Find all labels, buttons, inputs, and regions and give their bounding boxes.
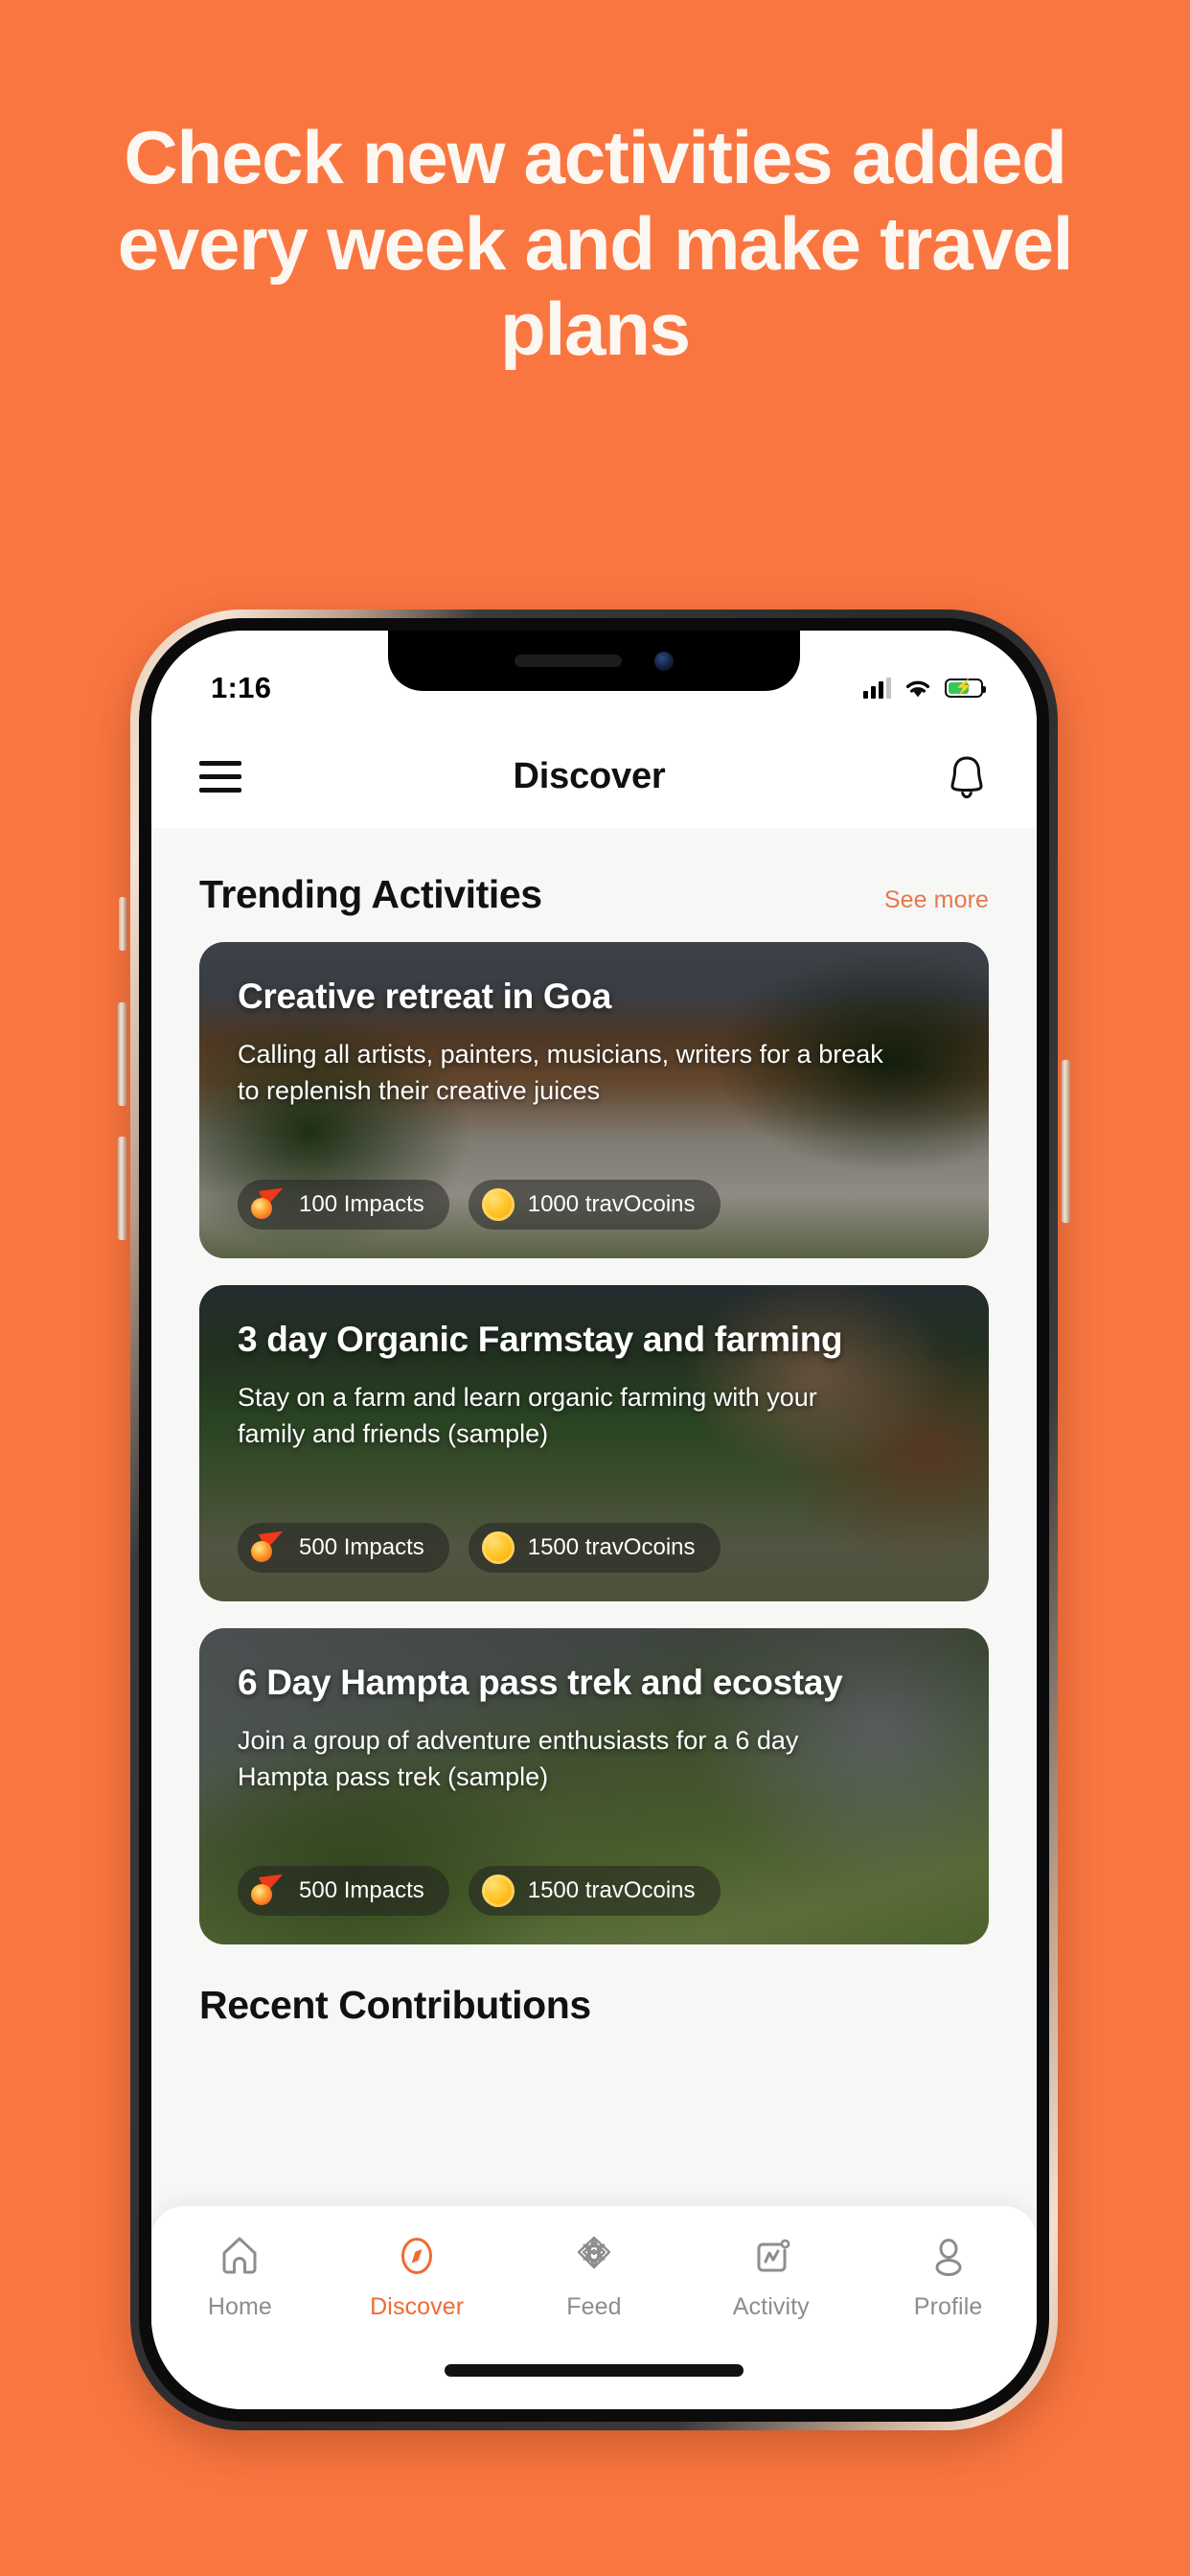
notch [388, 631, 800, 691]
home-indicator[interactable] [445, 2364, 744, 2377]
impacts-badge-label: 500 Impacts [299, 1534, 424, 1560]
activity-card[interactable]: 6 Day Hampta pass trek and ecostay Join … [199, 1628, 989, 1944]
trending-title: Trending Activities [199, 872, 542, 916]
activity-card-badges: 500 Impacts 1500 travOcoins [238, 1866, 721, 1916]
nav-label-discover: Discover [370, 2293, 465, 2320]
coins-badge-label: 1500 travOcoins [527, 1534, 696, 1560]
hamburger-menu-icon[interactable] [199, 760, 241, 793]
compass-icon [401, 2238, 433, 2274]
nav-item-profile[interactable]: Profile [877, 2231, 1020, 2321]
nav-item-activity[interactable]: Activity [699, 2231, 843, 2321]
bell-icon [950, 756, 983, 799]
comet-flame-icon [251, 1180, 287, 1219]
status-time: 1:16 [211, 671, 272, 704]
gold-coin-icon [481, 1531, 515, 1564]
activity-card[interactable]: Creative retreat in Goa Calling all arti… [199, 942, 989, 1258]
nav-item-discover[interactable]: Discover [345, 2231, 489, 2321]
comet-flame-icon [251, 1866, 287, 1905]
person-icon [935, 2239, 962, 2276]
wifi-icon [905, 680, 930, 697]
recent-contributions-title: Recent Contributions [199, 1983, 591, 2027]
comet-flame-icon [251, 1523, 287, 1562]
activity-icon [757, 2239, 790, 2272]
impacts-badge: 500 Impacts [238, 1866, 449, 1916]
power-button[interactable] [1062, 1060, 1070, 1223]
coins-badge: 1500 travOcoins [468, 1523, 721, 1573]
cellular-signal-icon [863, 678, 891, 699]
knot-icon [577, 2236, 611, 2269]
impacts-badge-label: 100 Impacts [299, 1191, 424, 1217]
activity-card[interactable]: 3 day Organic Farmstay and farming Stay … [199, 1285, 989, 1601]
volume-down-button[interactable] [118, 1137, 126, 1240]
activity-card-title: 6 Day Hampta pass trek and ecostay [238, 1663, 843, 1702]
gold-coin-icon [481, 1874, 515, 1907]
nav-item-feed[interactable]: Feed [522, 2231, 666, 2321]
volume-up-button[interactable] [118, 1002, 126, 1106]
activity-card-title: 3 day Organic Farmstay and farming [238, 1320, 843, 1359]
notification-button[interactable] [937, 752, 989, 800]
activity-card-description: Stay on a farm and learn organic farming… [238, 1383, 817, 1449]
phone-frame: 1:16 ⚡ Discover Trending Activities See … [118, 610, 1070, 2430]
gold-coin-icon [481, 1188, 515, 1221]
phone-screen: 1:16 ⚡ Discover Trending Activities See … [151, 631, 1037, 2409]
home-icon [222, 2237, 257, 2274]
page-title: Discover [513, 755, 666, 796]
impacts-badge: 100 Impacts [238, 1180, 449, 1230]
nav-label-home: Home [207, 2293, 272, 2320]
earpiece-speaker-icon [515, 655, 622, 667]
recent-contributions-section: Recent Contributions [151, 1944, 1037, 2028]
app-bar: Discover [151, 724, 1037, 828]
battery-charging-icon: ⚡ [945, 678, 986, 698]
activity-card-badges: 500 Impacts 1500 travOcoins [238, 1523, 721, 1573]
coins-badge-label: 1000 travOcoins [527, 1191, 696, 1217]
activity-card-description: Join a group of adventure enthusiasts fo… [238, 1726, 799, 1792]
coins-badge: 1500 travOcoins [468, 1866, 721, 1916]
activity-card-title: Creative retreat in Goa [238, 977, 611, 1016]
mute-switch[interactable] [119, 897, 126, 951]
discover-content[interactable]: Trending Activities See more Creative re… [151, 828, 1037, 2409]
impacts-badge-label: 500 Impacts [299, 1877, 424, 1903]
activity-card-badges: 100 Impacts 1000 travOcoins [238, 1180, 721, 1230]
phone-bezel: 1:16 ⚡ Discover Trending Activities See … [139, 618, 1049, 2422]
activity-card-description: Calling all artists, painters, musicians… [238, 1040, 883, 1106]
nav-label-feed: Feed [566, 2293, 622, 2320]
front-camera-icon [654, 651, 674, 671]
nav-label-activity: Activity [732, 2293, 810, 2320]
coins-badge-label: 1500 travOcoins [527, 1877, 696, 1903]
trending-cards-list: Creative retreat in Goa Calling all arti… [151, 942, 1037, 1944]
impacts-badge: 500 Impacts [238, 1523, 449, 1573]
status-icons: ⚡ [863, 678, 986, 700]
nav-label-profile: Profile [913, 2293, 983, 2320]
nav-item-home[interactable]: Home [168, 2231, 311, 2321]
trending-section-header: Trending Activities See more [151, 828, 1037, 942]
coins-badge: 1000 travOcoins [468, 1180, 721, 1230]
promo-headline: Check new activities added every week an… [117, 115, 1074, 372]
trending-see-more-link[interactable]: See more [884, 886, 989, 914]
bottom-navigation-bar: Home Discover Feed Activity Profile [151, 2206, 1037, 2409]
